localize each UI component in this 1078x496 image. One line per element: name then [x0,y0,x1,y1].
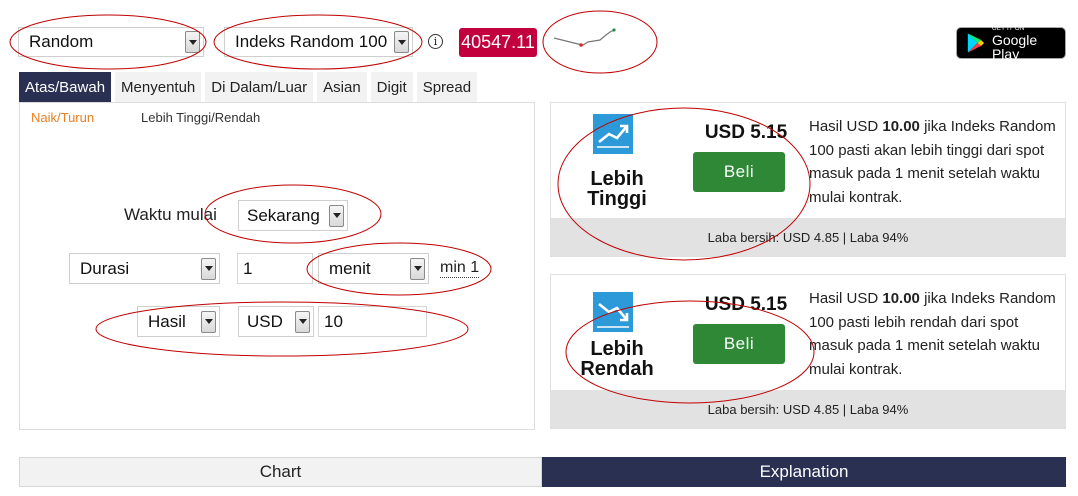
tab-digit[interactable]: Digit [370,72,413,102]
tab-explanation[interactable]: Explanation [542,457,1066,487]
subtab-lebih-tinggi-rendah[interactable]: Lebih Tinggi/Rendah [141,110,260,125]
contract-title-lower: Lebih Rendah [575,339,659,379]
tab-menyentuh[interactable]: Menyentuh [115,72,202,102]
contract-title-line1: Lebih [590,168,644,190]
contract-footer: Laba bersih: USD 4.85 | Laba 94% [551,390,1065,428]
currency-value: USD [247,311,283,331]
chevron-down-icon [295,310,310,333]
buy-button-lower[interactable]: Beli [693,324,785,364]
chevron-down-icon [201,257,216,280]
contract-price: USD 5.15 [704,294,788,315]
contract-card-higher: Lebih Tinggi USD 5.15 Beli Hasil USD 10.… [550,102,1066,257]
spot-price: 40547.11 [459,28,537,57]
duration-type-select[interactable]: Durasi [69,253,220,284]
contract-title-higher: Lebih Tinggi [575,169,659,209]
arrow-up-icon [593,114,633,154]
contract-title-line2: Tinggi [587,188,647,210]
contract-card-lower: Lebih Rendah USD 5.15 Beli Hasil USD 10.… [550,274,1066,429]
underlying-select[interactable]: Indeks Random 100 [224,27,413,57]
google-play-icon [967,33,985,53]
start-time-value: Sekarang [247,205,320,225]
buy-button-higher[interactable]: Beli [693,152,785,192]
info-icon[interactable]: i [428,34,443,49]
market-select-value: Random [29,32,94,51]
desc-amount: 10.00 [882,118,920,135]
duration-type-value: Durasi [80,258,130,278]
contract-title-line1: Lebih [590,338,644,360]
chevron-down-icon [201,310,216,333]
subtab-naik-turun[interactable]: Naik/Turun [31,110,94,125]
google-play-badge[interactable]: GET IT ON Google Play [956,25,1066,62]
contract-description: Hasil USD 10.00 jika Indeks Random 100 p… [809,287,1061,381]
tab-di-dalam-luar[interactable]: Di Dalam/Luar [205,72,314,102]
duration-input[interactable]: 1 [237,253,313,284]
chevron-down-icon [185,31,200,53]
start-time-label: Waktu mulai [124,205,217,224]
currency-select[interactable]: USD [238,306,314,337]
contract-title-line2: Rendah [580,358,654,380]
sparkline-chart [553,28,616,47]
underlying-select-value: Indeks Random 100 [235,32,388,51]
google-play-big: Google Play [991,31,1038,62]
market-select[interactable]: Random [18,27,204,57]
contract-category-tabs: Atas/Bawah Menyentuh Di Dalam/Luar Asian… [19,72,478,102]
chevron-down-icon [329,204,344,227]
duration-unit-select[interactable]: menit [318,253,429,284]
chevron-down-icon [394,31,409,53]
tab-atas-bawah[interactable]: Atas/Bawah [19,72,112,102]
contract-price: USD 5.15 [704,122,788,143]
desc-amount: 10.00 [882,290,920,307]
tab-chart[interactable]: Chart [19,457,542,487]
google-play-small: GET IT ON [991,25,1025,32]
arrow-down-icon [593,292,633,332]
contract-footer: Laba bersih: USD 4.85 | Laba 94% [551,218,1065,256]
payout-type-value: Hasil [148,311,186,331]
duration-unit-value: menit [329,258,371,278]
amount-input[interactable]: 10 [318,306,427,337]
tab-spread[interactable]: Spread [416,72,478,102]
duration-min-hint: min 1 [440,259,480,278]
desc-prefix: Hasil USD [809,118,883,135]
chevron-down-icon [410,257,425,280]
payout-type-select[interactable]: Hasil [137,306,220,337]
desc-prefix: Hasil USD [809,290,883,307]
tab-asian[interactable]: Asian [317,72,367,102]
contract-description: Hasil USD 10.00 jika Indeks Random 100 p… [809,115,1061,209]
start-time-select[interactable]: Sekarang [238,200,348,231]
